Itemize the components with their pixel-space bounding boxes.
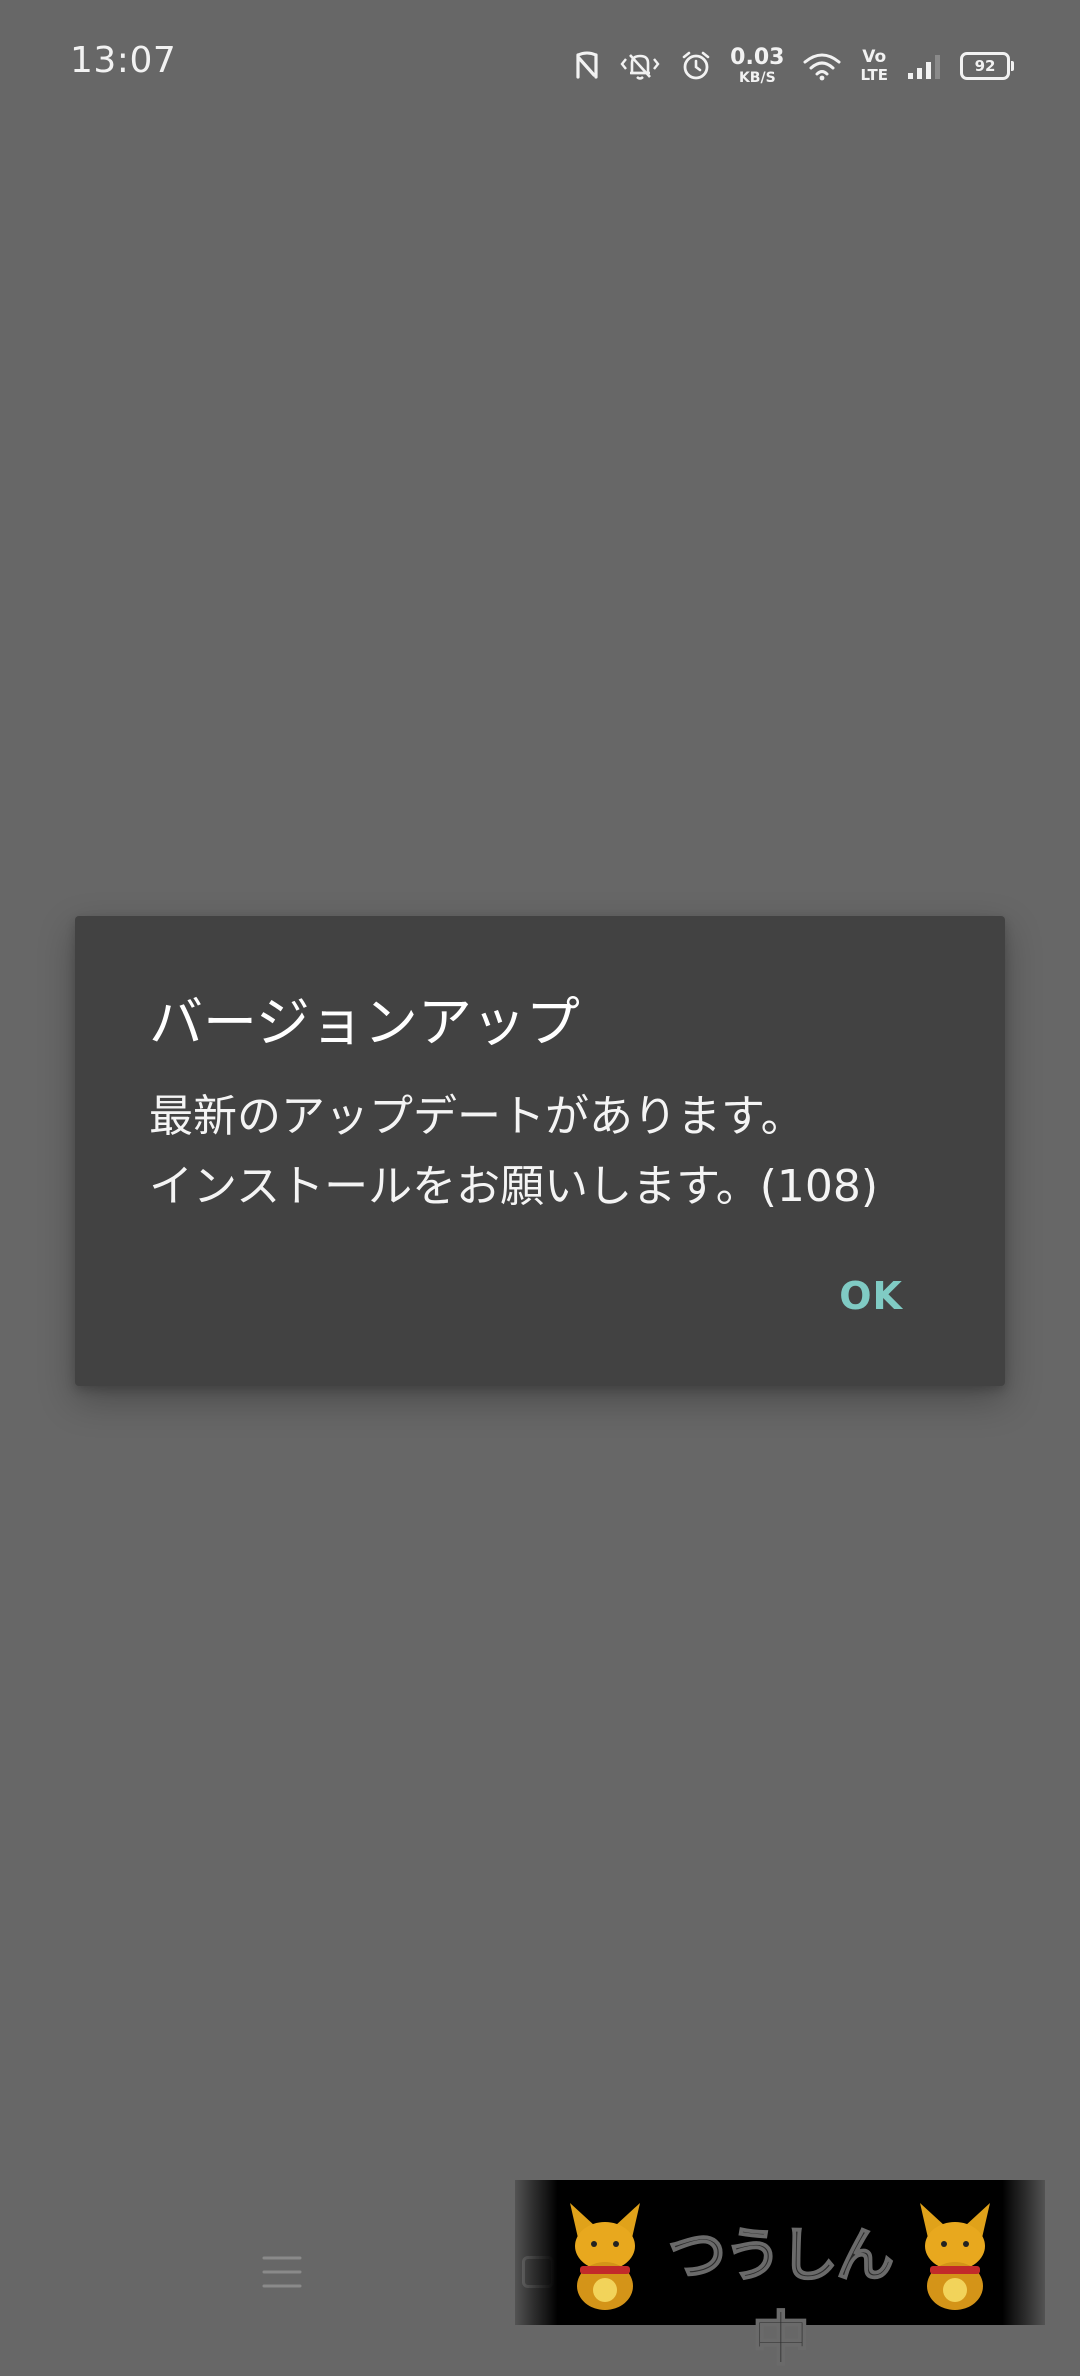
- vibrate-icon: [618, 51, 662, 81]
- alarm-icon: [680, 50, 712, 82]
- signal-icon: [906, 51, 942, 81]
- network-speed: 0.03 KB/S: [730, 45, 785, 86]
- mascot-icon: [910, 2198, 1000, 2313]
- version-up-dialog: バージョンアップ 最新のアップデートがあります。 インストールをお願いします。(…: [75, 916, 1005, 1386]
- battery-icon: 92: [960, 52, 1014, 80]
- volte-top: Vo: [862, 47, 887, 67]
- banner-text: つうしん中: [667, 2220, 895, 2374]
- status-bar: 13:07 0.03 KB/S Vo LTE 92: [0, 0, 1080, 130]
- network-speed-unit: KB/S: [738, 70, 776, 86]
- status-time: 13:07: [70, 40, 177, 81]
- volte-bottom: LTE: [860, 66, 888, 84]
- wifi-icon: [802, 51, 842, 81]
- status-icons: 0.03 KB/S Vo LTE 92: [574, 44, 1014, 88]
- battery-level: 92: [974, 57, 996, 75]
- volte-icon: Vo LTE: [860, 49, 888, 83]
- ok-button[interactable]: OK: [839, 1274, 903, 1318]
- dialog-message-line-2: インストールをお願いします。(108): [149, 1161, 879, 1212]
- connecting-banner: つうしん中: [515, 2180, 1045, 2374]
- dialog-title: バージョンアップ: [149, 991, 580, 1054]
- dialog-message-line-1: 最新のアップデートがあります。: [149, 1091, 805, 1142]
- network-speed-value: 0.03: [730, 45, 785, 70]
- nfc-icon: [574, 51, 600, 81]
- menu-icon[interactable]: [262, 2254, 302, 2290]
- mascot-icon: [560, 2198, 650, 2313]
- dialog-message: 最新のアップデートがあります。 インストールをお願いします。(108): [149, 1082, 949, 1222]
